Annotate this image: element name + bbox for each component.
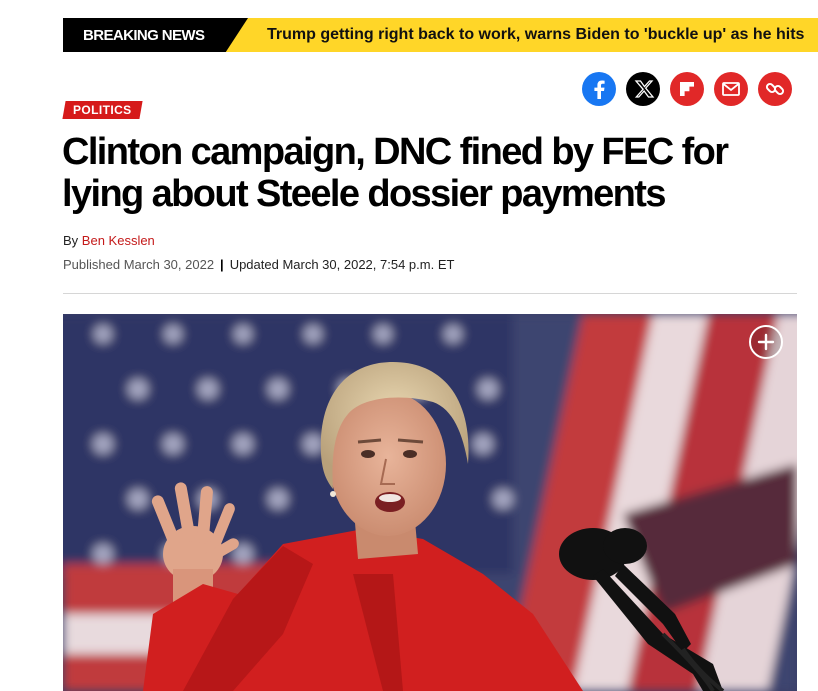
facebook-icon[interactable] — [582, 72, 616, 106]
byline: By Ben Kesslen — [63, 233, 155, 248]
breaking-news-label: BREAKING NEWS — [63, 18, 248, 52]
article-headline: Clinton campaign, DNC fined by FEC for l… — [62, 131, 729, 215]
email-icon[interactable] — [714, 72, 748, 106]
flipboard-icon[interactable] — [670, 72, 704, 106]
date-separator: | — [220, 257, 224, 272]
updated-date: Updated March 30, 2022, 7:54 p.m. ET — [229, 257, 455, 272]
divider — [63, 293, 797, 294]
byline-prefix: By — [63, 233, 79, 248]
published-date: Published March 30, 2022 — [63, 257, 215, 272]
plus-icon — [757, 333, 775, 351]
author-link[interactable]: Ben Kesslen — [82, 233, 155, 248]
link-icon[interactable] — [758, 72, 792, 106]
x-icon[interactable] — [626, 72, 660, 106]
expand-image-button[interactable] — [749, 325, 783, 359]
breaking-news-headline[interactable]: Trump getting right back to work, warns … — [267, 26, 804, 44]
category-tag[interactable]: POLITICS — [62, 101, 143, 119]
hero-photo — [63, 314, 797, 691]
hero-image[interactable] — [63, 314, 797, 691]
article-dates: Published March 30, 2022 | Updated March 3… — [63, 257, 454, 272]
share-bar — [582, 72, 792, 106]
breaking-news-banner[interactable]: BREAKING NEWS Trump getting right back t… — [63, 18, 818, 52]
